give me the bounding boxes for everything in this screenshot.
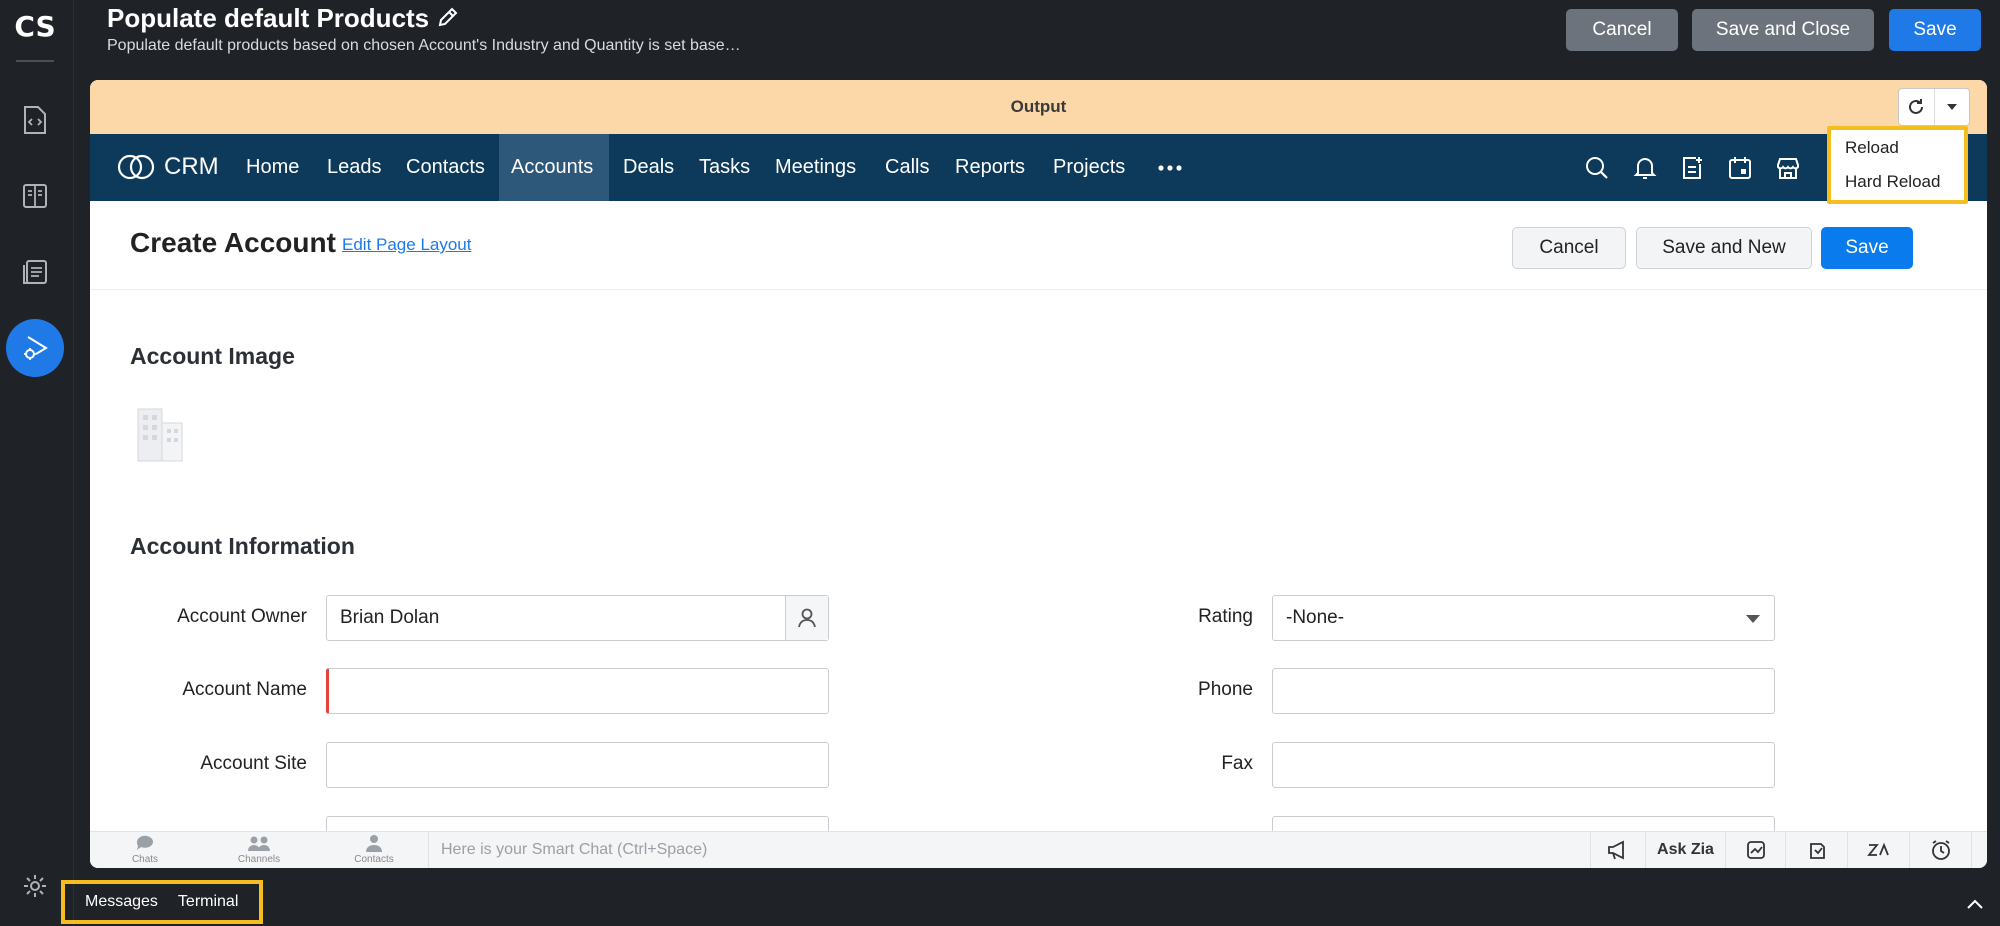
section-account-information: Account Information xyxy=(130,533,355,559)
fax-field[interactable] xyxy=(1272,742,1775,788)
group-icon xyxy=(229,834,289,854)
rating-label: Rating xyxy=(1198,606,1253,627)
save-and-close-button[interactable]: Save and Close xyxy=(1692,9,1874,51)
top-header: Populate default Products Populate defau… xyxy=(74,0,2000,64)
user-lookup-icon[interactable] xyxy=(785,596,828,640)
edit-page-layout-link[interactable]: Edit Page Layout xyxy=(342,235,471,255)
nav-projects[interactable]: Projects xyxy=(1041,134,1137,201)
reload-icon[interactable] xyxy=(1899,89,1934,125)
chats-label: Chats xyxy=(131,854,159,865)
header-divider xyxy=(90,289,1987,290)
messages-tab[interactable]: Messages xyxy=(85,893,158,911)
account-site-label: Account Site xyxy=(200,753,307,774)
account-owner-field[interactable]: Brian Dolan xyxy=(326,595,829,641)
analytics-icon[interactable] xyxy=(1725,832,1785,868)
bottom-panel-bar xyxy=(74,882,2000,926)
page-title: Populate default Products xyxy=(107,3,430,33)
building-placeholder-icon[interactable] xyxy=(134,401,186,468)
book-icon[interactable] xyxy=(13,174,57,218)
contacts-button[interactable]: Contacts xyxy=(344,834,404,865)
history-icon[interactable] xyxy=(1971,832,1987,868)
announcement-icon[interactable] xyxy=(1590,832,1645,868)
nav-accounts[interactable]: Accounts xyxy=(499,134,609,201)
form-save-button[interactable]: Save xyxy=(1821,227,1913,269)
nav-leads[interactable]: Leads xyxy=(315,134,394,201)
save-button[interactable]: Save xyxy=(1889,9,1981,51)
phone-field[interactable] xyxy=(1272,668,1775,714)
account-site-field[interactable] xyxy=(326,742,829,788)
chevron-up-icon[interactable] xyxy=(1966,897,1984,915)
crm-brand-label: CRM xyxy=(164,153,219,180)
page-subtitle: Populate default products based on chose… xyxy=(107,37,741,54)
smart-chat-input[interactable]: Here is your Smart Chat (Ctrl+Space) xyxy=(428,832,1590,868)
nav-calls[interactable]: Calls xyxy=(873,134,941,201)
fax-label: Fax xyxy=(1221,753,1253,774)
marketplace-icon[interactable] xyxy=(1774,154,1802,182)
contacts-label: Contacts xyxy=(354,854,394,865)
select-caret-icon xyxy=(1746,615,1760,623)
left-rail: CS xyxy=(0,0,74,926)
settings-icon[interactable] xyxy=(13,864,57,908)
terminal-tab[interactable]: Terminal xyxy=(178,893,238,911)
documents-icon[interactable] xyxy=(13,250,57,294)
calendar-icon[interactable] xyxy=(1726,154,1754,182)
code-file-icon[interactable] xyxy=(13,98,57,142)
crm-logo-icon xyxy=(117,154,155,180)
save-and-new-button[interactable]: Save and New xyxy=(1636,227,1812,269)
crm-navbar: CRM Home Leads Contacts Accounts Deals T… xyxy=(90,134,1987,201)
search-icon[interactable] xyxy=(1583,154,1611,182)
nav-tasks[interactable]: Tasks xyxy=(687,134,762,201)
more-icon[interactable] xyxy=(1156,154,1184,182)
account-name-label: Account Name xyxy=(182,679,307,700)
crm-brand[interactable]: CRM xyxy=(116,152,219,182)
chevron-down-icon[interactable] xyxy=(1933,89,1970,125)
bell-icon[interactable] xyxy=(1631,154,1659,182)
alarm-clock-icon[interactable] xyxy=(1909,832,1971,868)
zia-insights-icon[interactable] xyxy=(1847,832,1909,868)
cancel-button[interactable]: Cancel xyxy=(1566,9,1678,51)
rating-value: -None- xyxy=(1286,607,1345,628)
nav-deals[interactable]: Deals xyxy=(611,134,686,201)
form-cancel-button[interactable]: Cancel xyxy=(1512,227,1626,269)
phone-label: Phone xyxy=(1198,679,1253,700)
section-account-image: Account Image xyxy=(130,343,295,369)
recent-items-icon[interactable] xyxy=(1785,832,1847,868)
account-name-field[interactable] xyxy=(326,668,829,714)
reload-menu-item[interactable]: Reload xyxy=(1831,136,1964,170)
chat-bubble-icon xyxy=(115,834,175,854)
channels-button[interactable]: Channels xyxy=(229,834,289,865)
reload-control xyxy=(1898,88,1970,126)
output-title: Output xyxy=(1010,97,1067,116)
hard-reload-menu-item[interactable]: Hard Reload xyxy=(1831,170,1964,204)
create-note-icon[interactable] xyxy=(1678,154,1706,182)
nav-home[interactable]: Home xyxy=(234,134,311,201)
app-window: CS Populate default Products Populate de… xyxy=(0,0,2000,926)
chats-button[interactable]: Chats xyxy=(115,834,175,865)
logo-divider xyxy=(16,60,54,62)
create-account-form: Create Account Edit Page Layout Cancel S… xyxy=(90,201,1987,846)
output-bar: Output xyxy=(90,80,1987,134)
output-frame: Output CRM Home Leads Contacts Accounts … xyxy=(90,80,1987,868)
bottom-panel-tabs: Messages Terminal xyxy=(61,880,263,924)
smart-chat-bar: Chats Channels Contacts Here is your Sma… xyxy=(90,831,1987,868)
form-title: Create Account xyxy=(130,227,336,258)
person-icon xyxy=(344,834,404,854)
nav-meetings[interactable]: Meetings xyxy=(763,134,868,201)
reload-dropdown-menu: Reload Hard Reload xyxy=(1827,126,1968,204)
account-owner-value: Brian Dolan xyxy=(340,607,440,628)
rating-select[interactable]: -None- xyxy=(1272,595,1775,641)
nav-reports[interactable]: Reports xyxy=(943,134,1037,201)
app-logo: CS xyxy=(14,10,56,43)
channels-label: Channels xyxy=(237,854,281,865)
ask-zia-button[interactable]: Ask Zia xyxy=(1645,832,1725,868)
nav-contacts[interactable]: Contacts xyxy=(394,134,497,201)
debug-run-icon[interactable] xyxy=(6,319,64,377)
edit-pencil-icon[interactable] xyxy=(436,5,460,34)
account-owner-label: Account Owner xyxy=(177,606,307,627)
